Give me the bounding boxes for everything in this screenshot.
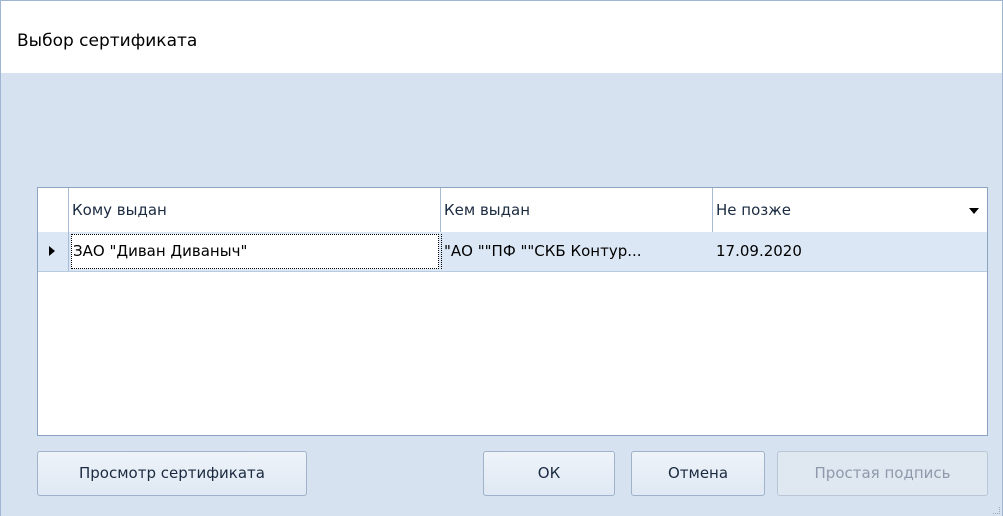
- title-bar: Выбор сертификата: [1, 0, 1002, 73]
- row-indicator-cell: [38, 232, 69, 271]
- column-header-not-later[interactable]: Не позже: [713, 188, 987, 232]
- cell-issued-by[interactable]: "АО ""ПФ ""СКБ Контур...: [441, 232, 713, 271]
- simple-signature-button: Простая подпись: [777, 451, 988, 496]
- ok-button[interactable]: ОК: [483, 451, 615, 496]
- certificate-grid[interactable]: Кому выдан Кем выдан Не позже ЗАО "Диван…: [37, 187, 988, 436]
- view-certificate-button[interactable]: Просмотр сертификата: [37, 451, 307, 496]
- resize-grip-icon[interactable]: [993, 507, 1000, 514]
- cell-focus-edge: [441, 234, 444, 269]
- column-header-not-later-label: Не позже: [716, 201, 791, 219]
- column-header-issued-to[interactable]: Кому выдан: [69, 188, 441, 232]
- sort-desc-icon[interactable]: [969, 208, 979, 214]
- table-row[interactable]: ЗАО "Диван Диваныч" "АО ""ПФ ""СКБ Конту…: [38, 232, 987, 272]
- cell-issued-by-text: "АО ""ПФ ""СКБ Контур...: [444, 242, 642, 260]
- grid-header: Кому выдан Кем выдан Не позже: [38, 188, 987, 233]
- dialog-title: Выбор сертификата: [17, 31, 198, 51]
- cancel-button[interactable]: Отмена: [631, 451, 765, 496]
- row-pointer-icon: [49, 246, 55, 256]
- cell-issued-to-text: ЗАО "Диван Диваныч": [73, 242, 248, 260]
- cell-not-later-text: 17.09.2020: [716, 242, 802, 260]
- column-header-issued-by[interactable]: Кем выдан: [441, 188, 713, 232]
- certificate-dialog: Выбор сертификата Кому выдан Кем выдан Н…: [0, 0, 1003, 516]
- cell-issued-to[interactable]: ЗАО "Диван Диваныч": [69, 232, 441, 271]
- header-indicator-cell: [38, 188, 69, 232]
- cell-not-later[interactable]: 17.09.2020: [713, 232, 987, 271]
